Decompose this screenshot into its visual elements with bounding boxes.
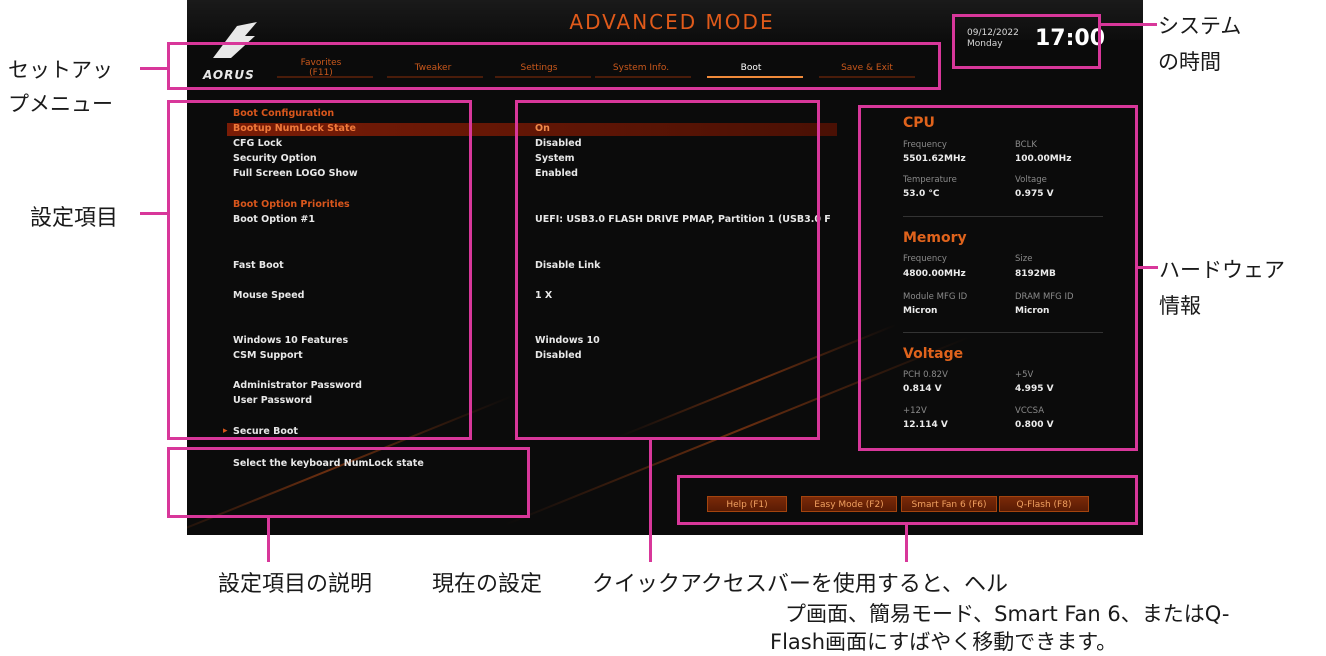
- label-setup-menu-2: プメニュー: [8, 92, 113, 116]
- label-current-settings: 現在の設定: [432, 572, 543, 597]
- label-hardware-info-1: ハードウェア: [1159, 258, 1285, 282]
- callout-box-hardware-info: [858, 105, 1138, 451]
- callout-box-quick-access: [677, 475, 1138, 525]
- label-quick-access-3: Flash画面にすばやく移動できます。: [770, 630, 1118, 654]
- label-system-time-1: システム: [1158, 14, 1242, 38]
- callout-box-setup-menu: [167, 42, 941, 90]
- connector-line: [1101, 23, 1157, 26]
- label-system-time-2: の時間: [1158, 50, 1221, 74]
- bios-title: ADVANCED MODE: [569, 10, 775, 34]
- callout-box-settings-items: [167, 100, 472, 440]
- callout-box-item-description: [167, 447, 530, 518]
- callout-box-current-settings: [515, 100, 820, 440]
- connector-line: [267, 518, 270, 562]
- label-setup-menu-1: セットアッ: [8, 58, 113, 82]
- connector-line: [140, 67, 168, 70]
- connector-line: [140, 212, 168, 215]
- connector-line: [1138, 266, 1158, 269]
- label-item-description: 設定項目の説明: [218, 572, 373, 597]
- label-hardware-info-2: 情報: [1159, 294, 1201, 318]
- label-settings-items: 設定項目: [30, 206, 119, 231]
- connector-line: [649, 440, 652, 562]
- label-quick-access-1: クイックアクセスバーを使用すると、ヘル: [592, 572, 1009, 597]
- connector-line: [905, 525, 908, 562]
- callout-box-system-time: [952, 14, 1101, 69]
- label-quick-access-2: プ画面、簡易モード、Smart Fan 6、またはQ-: [785, 602, 1230, 626]
